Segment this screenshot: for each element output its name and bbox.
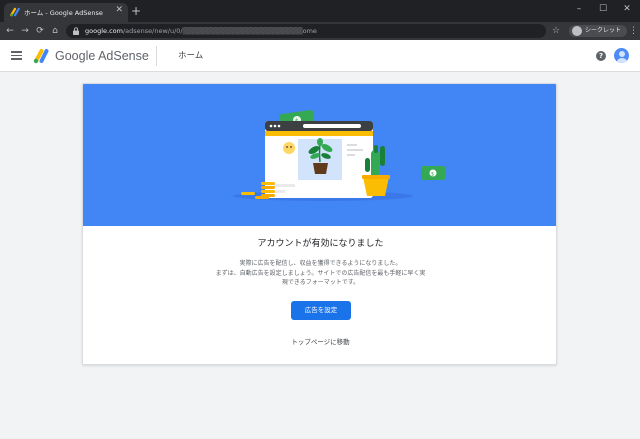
maximize-button[interactable]: ☐: [593, 2, 613, 16]
forward-icon[interactable]: →: [19, 24, 31, 38]
browser-toolbar: ← → ⟳ ⌂ google.com/adsense/new/u/0/▒▒▒▒▒…: [0, 22, 640, 40]
incognito-icon: [572, 26, 582, 36]
browser-menu-icon[interactable]: ⋮: [629, 24, 638, 38]
tab-title: ホーム - Google AdSense: [24, 9, 103, 17]
browser-tab[interactable]: ホーム - Google AdSense ✕: [4, 3, 128, 22]
minimize-button[interactable]: –: [569, 2, 589, 16]
back-icon[interactable]: ←: [4, 24, 16, 38]
home-icon[interactable]: ⌂: [49, 24, 61, 38]
help-icon[interactable]: ?: [596, 51, 606, 61]
new-tab-button[interactable]: +: [131, 3, 141, 19]
hamburger-icon[interactable]: [11, 51, 22, 60]
main-content: $ アカウントが有効になりました 実際に広告を配信し、収益を獲得できるようになり…: [0, 72, 640, 439]
description-line: 現できるフォーマットです。: [281, 279, 360, 286]
svg-text:$: $: [431, 172, 434, 178]
tab-close-icon[interactable]: ✕: [115, 5, 123, 15]
url-text: google.com/adsense/new/u/0/▒▒▒▒▒▒▒▒▒▒▒▒▒…: [85, 26, 317, 36]
lock-icon: [73, 27, 79, 35]
card-description: 実際に広告を配信し、収益を獲得できるようになりました。 まずは、自動広告を設定し…: [153, 259, 488, 288]
incognito-indicator[interactable]: シークレット: [569, 25, 627, 37]
url-path: /adsense/new/u/0/: [122, 27, 183, 35]
browser-window-icon: [265, 121, 373, 198]
description-line: 実際に広告を配信し、収益を獲得できるようになりました。: [239, 260, 402, 267]
go-to-home-link[interactable]: トップページに移動: [83, 337, 556, 347]
setup-ads-button[interactable]: 広告を設定: [291, 301, 351, 320]
page-title: ホーム: [178, 51, 204, 61]
celebration-illustration-icon: $: [233, 109, 445, 201]
url-suffix: ome: [302, 27, 317, 35]
header-divider: [156, 46, 157, 66]
browser-tab-strip: ホーム - Google AdSense ✕ + – ☐ ✕: [0, 0, 640, 22]
app-header: Google AdSense ホーム ?: [0, 40, 640, 72]
adsense-logo-icon: [33, 49, 49, 64]
activation-card: $ アカウントが有効になりました 実際に広告を配信し、収益を獲得できるようになり…: [82, 83, 557, 365]
sun-icon: [283, 142, 295, 154]
money-bill-icon-right: $: [421, 166, 445, 180]
hero-illustration: $: [83, 84, 556, 226]
incognito-label: シークレット: [585, 27, 622, 34]
address-bar[interactable]: google.com/adsense/new/u/0/▒▒▒▒▒▒▒▒▒▒▒▒▒…: [66, 24, 546, 38]
description-line: まずは、自動広告を設定しましょう。サイトでの広告配信を最も手軽に早く実: [215, 269, 426, 277]
bookmark-star-icon[interactable]: ☆: [552, 24, 560, 38]
url-host: google.com: [85, 27, 123, 35]
card-title: アカウントが有効になりました: [257, 239, 384, 249]
account-avatar-icon[interactable]: [614, 48, 629, 63]
url-redacted: ▒▒▒▒▒▒▒▒▒▒▒▒▒▒▒▒▒▒▒▒▒▒▒▒: [182, 27, 303, 35]
product-name: Google AdSense: [55, 49, 149, 63]
reload-icon[interactable]: ⟳: [34, 24, 46, 38]
window-close-button[interactable]: ✕: [617, 2, 637, 16]
adsense-favicon-icon: [10, 7, 20, 17]
